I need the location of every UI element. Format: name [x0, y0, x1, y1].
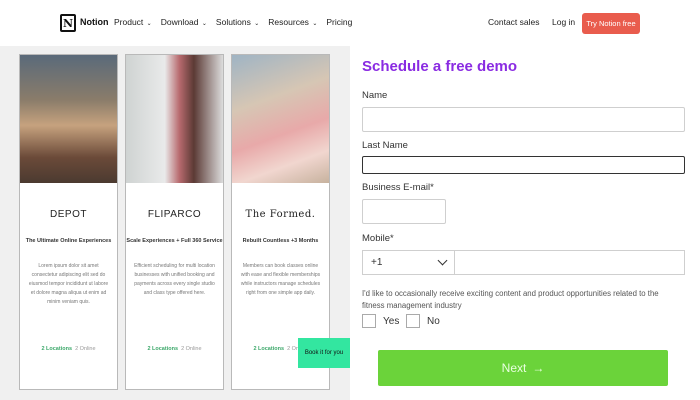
form-title: Schedule a free demo [362, 58, 518, 75]
country-code-value: +1 [371, 257, 383, 268]
name-field[interactable] [362, 107, 685, 132]
case-study-card[interactable]: DEPOT The Ultimate Online Experiences Lo… [19, 54, 118, 390]
card-stat-locations: 2 Locations [41, 346, 72, 352]
demo-form: Schedule a free demo Name Last Name Busi… [350, 46, 700, 400]
top-nav: N Notion Product ⌄ Download ⌄ Solutions … [0, 0, 700, 46]
next-button[interactable]: Next → [378, 350, 668, 386]
nav-item-label: Resources [268, 17, 309, 27]
card-description: Efficient scheduling for multi location … [134, 263, 215, 296]
case-study-card[interactable]: FLIPARCO Scale Experiences + Full 360 Se… [125, 54, 224, 390]
yes-checkbox[interactable] [362, 314, 376, 328]
card-photo [232, 55, 329, 183]
yes-label: Yes [383, 315, 400, 327]
nav-item-label: Pricing [326, 17, 353, 27]
card-photo [20, 55, 117, 183]
card-title: FLIPARCO [147, 209, 202, 220]
chevron-down-icon: ⌄ [146, 21, 152, 27]
card-subtitle: The Ultimate Online Experiences [25, 238, 112, 244]
last-name-field[interactable] [362, 156, 685, 174]
nav-item-download[interactable]: Download ⌄ [161, 17, 207, 27]
last-name-label: Last Name [362, 140, 408, 151]
next-label: Next [501, 361, 527, 375]
card-stats: 2 Locations 2 Online [126, 346, 223, 352]
card-stat-locations: 2 Locations [253, 346, 284, 352]
nav-item-resources[interactable]: Resources ⌄ [268, 17, 317, 27]
login-link[interactable]: Log in [552, 17, 575, 27]
card-title: DEPOT [50, 209, 87, 220]
case-study-panel: DEPOT The Ultimate Online Experiences Lo… [0, 46, 350, 400]
consent-text: I'd like to occasionally receive excitin… [362, 289, 659, 310]
email-field[interactable] [362, 199, 446, 224]
no-checkbox[interactable] [406, 314, 420, 328]
mobile-label: Mobile* [362, 233, 394, 244]
nav-item-label: Product [114, 17, 144, 27]
nav-item-label: Solutions [215, 17, 251, 27]
nav-item-pricing[interactable]: Pricing [326, 17, 352, 27]
chevron-down-icon: ⌄ [254, 21, 260, 27]
card-stat-locations: 2 Locations [147, 346, 178, 352]
mobile-field-group: +1 [362, 250, 685, 275]
nav-item-product[interactable]: Product ⌄ [114, 17, 152, 27]
notion-logo-icon[interactable]: N [60, 14, 76, 32]
floating-tab[interactable]: Book it for you [298, 338, 350, 368]
name-label: Name [362, 90, 388, 101]
card-subtitle: Scale Experiences + Full 360 Service [126, 238, 223, 244]
mobile-number-input[interactable] [455, 251, 684, 274]
card-title: The Formed. [245, 209, 316, 220]
brand-name[interactable]: Notion [80, 17, 109, 27]
contact-sales-link[interactable]: Contact sales [488, 17, 540, 27]
nav-menu: Product ⌄ Download ⌄ Solutions ⌄ Resourc… [114, 17, 352, 27]
nav-item-label: Download [160, 17, 199, 27]
consent-yes-option[interactable]: Yes [362, 314, 399, 328]
card-stat-online: 2 Online [75, 346, 96, 352]
card-stats: 2 Locations 2 Online [20, 346, 117, 352]
card-description: Lorem ipsum dolor sit amet consectetur a… [28, 263, 109, 305]
nav-item-solutions[interactable]: Solutions ⌄ [216, 17, 259, 27]
try-free-button[interactable]: Try Notion free [582, 13, 640, 34]
consent-no-option[interactable]: No [406, 314, 440, 328]
card-stat-online: 2 Online [181, 346, 202, 352]
country-code-select[interactable]: +1 [363, 251, 455, 274]
chevron-down-icon: ⌄ [201, 21, 207, 27]
arrow-right-icon: → [532, 361, 545, 375]
chevron-down-icon: ⌄ [312, 21, 318, 27]
chevron-down-icon [437, 255, 448, 266]
card-photo [126, 55, 223, 183]
card-subtitle: Rebuilt Countless +3 Months [242, 238, 319, 244]
card-description: Members can book classes online with eas… [240, 263, 321, 296]
no-label: No [427, 315, 440, 327]
email-label: Business E-mail* [362, 182, 434, 193]
